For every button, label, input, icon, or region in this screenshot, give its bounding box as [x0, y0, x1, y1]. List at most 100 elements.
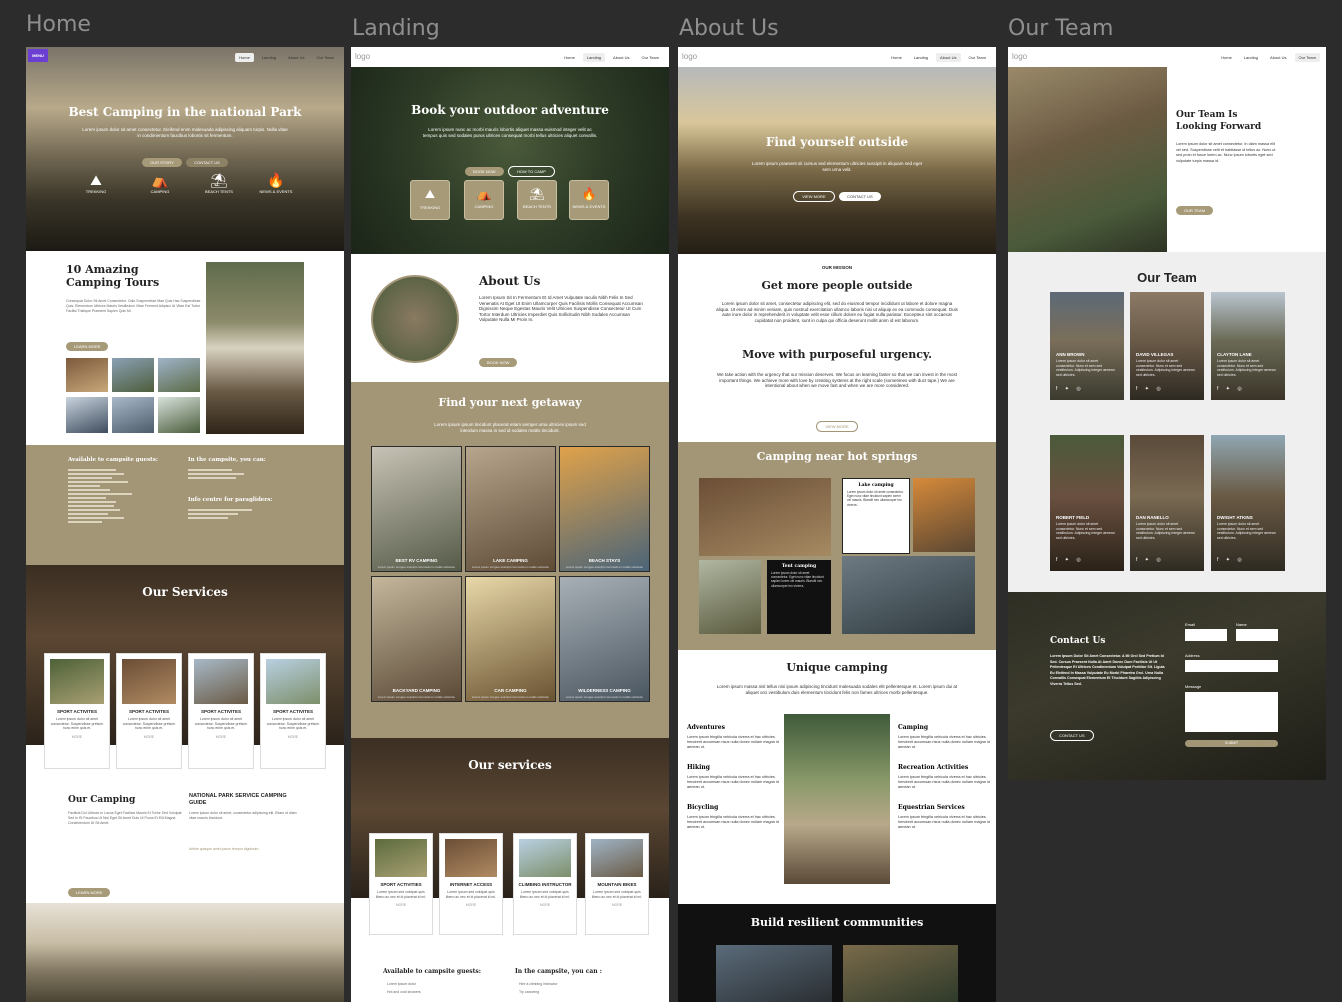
nav-about[interactable]: About Us [936, 52, 961, 62]
service-more-link[interactable]: MORE [261, 735, 325, 739]
service-more-link[interactable]: MORE [45, 735, 109, 739]
team-member-card[interactable]: CLAYTON LANE Lorem ipsum dolor sit amet c… [1211, 292, 1285, 400]
home-logo[interactable]: MENU [28, 49, 48, 62]
nav-about[interactable]: About Us [609, 53, 633, 62]
getaway-card[interactable]: BACKYARD CAMPING Lorem ipsum congue susci… [371, 576, 462, 702]
nav-landing[interactable]: Landing [910, 53, 932, 62]
view-more-button[interactable]: VIEW MORE [816, 421, 858, 432]
book-now-button[interactable]: BOOK NOW [465, 167, 504, 176]
getaway-sub: Lorem ipsum congue suscipit commodo in m… [471, 565, 550, 569]
how-to-camp-button[interactable]: HOW TO CAMP [507, 166, 555, 177]
tent-card[interactable]: Tent camping Lorem ipsum dolor sit amet … [767, 560, 831, 634]
nav-landing[interactable]: Landing [258, 53, 280, 62]
getaway-card[interactable]: WILDERNESS CAMPING Lorem ipsum congue sus… [559, 576, 650, 702]
nav-home[interactable]: Home [887, 53, 906, 62]
landing-service-card[interactable]: MOUNTAIN BIKES Lorem ipsum sed volutpat q… [585, 833, 649, 935]
social-icons[interactable]: f ✦ ◎ [1217, 386, 1245, 392]
hero-icon-camping[interactable]: ⛺ CAMPING [142, 172, 178, 194]
service-photo [519, 839, 571, 877]
service-card[interactable]: SPORT ACTIVITES Lorem ipsum dolor sit am… [116, 653, 182, 769]
our-story-button[interactable]: OUR STORY [142, 158, 182, 167]
build-photo-1 [716, 945, 832, 1002]
contact-us-button[interactable]: CONTACT US [1050, 730, 1094, 741]
landing-icon-beach[interactable]: ⛱ BEACH TENTS [517, 180, 557, 220]
about-logo[interactable]: logo [682, 52, 697, 61]
social-icons[interactable]: f ✦ ◎ [1056, 386, 1084, 392]
name-field[interactable] [1236, 629, 1278, 641]
nav-team[interactable]: Our Team [313, 53, 339, 62]
springs-photo-1 [699, 478, 831, 556]
our-team-button[interactable]: OUR TEAM [1176, 206, 1214, 215]
getaway-card[interactable]: CAR CAMPING Lorem ipsum congue suscipit c… [465, 576, 556, 702]
landing-icon-trekking[interactable]: ⛰ TREKKING [410, 180, 450, 220]
service-text: Lorem ipsum sed volutpat quis libero ac … [591, 890, 643, 899]
hero-icon-beach[interactable]: ⛱ BEACH TENTS [201, 172, 237, 194]
landing-logo[interactable]: logo [355, 52, 370, 61]
getaway-sub: Lorem ipsum congue suscipit commodo in m… [471, 695, 550, 699]
member-name: ROBERT FIELD [1056, 515, 1090, 520]
getaway-sub: Lorem ipsum congue suscipit commodo in m… [377, 695, 456, 699]
learn-more-button[interactable]: LEARN MORE [66, 342, 109, 351]
email-field[interactable] [1185, 629, 1227, 641]
social-icons[interactable]: f ✦ ◎ [1217, 557, 1245, 563]
service-more-link[interactable]: MORE [440, 903, 502, 907]
landing-service-card[interactable]: SPORT ACTIVITIES Lorem ipsum sed volutpat… [369, 833, 433, 935]
team-member-card[interactable]: DAN RANELLO Lorem ipsum dolor sit amet co… [1130, 435, 1204, 571]
service-card[interactable]: SPORT ACTIVITES Lorem ipsum dolor sit am… [188, 653, 254, 769]
getaway-label: WILDERNESS CAMPING [578, 688, 631, 693]
member-name: DAVID VILLEGAS [1136, 352, 1174, 357]
getaway-card[interactable]: BEACH STAYS Lorem ipsum congue suscipit c… [559, 446, 650, 572]
hero-icon-news[interactable]: 🔥 NEWS & EVENTS [258, 172, 294, 194]
nav-team[interactable]: Our Team [638, 53, 664, 62]
nav-home[interactable]: Home [560, 53, 579, 62]
message-field[interactable] [1185, 692, 1278, 732]
book-now-button[interactable]: BOOK NOW [479, 358, 518, 367]
social-icons[interactable]: f ✦ ◎ [1136, 557, 1164, 563]
service-card[interactable]: SPORT ACTIVITES Lorem ipsum dolor sit am… [44, 653, 110, 769]
team-logo[interactable]: logo [1012, 52, 1027, 61]
learn-more-button[interactable]: LEARN MORE [68, 888, 111, 897]
nav-about[interactable]: About Us [284, 53, 308, 62]
nav-about[interactable]: About Us [1266, 53, 1290, 62]
team-member-card[interactable]: ROBERT FIELD Lorem ipsum dolor sit amet c… [1050, 435, 1124, 571]
team-member-card[interactable]: DAVID VILLEGAS Lorem ipsum dolor sit amet… [1130, 292, 1204, 400]
service-more-link[interactable]: MORE [586, 903, 648, 907]
getaway-card[interactable]: LAKE CAMPING Lorem ipsum congue suscipit … [465, 446, 556, 572]
tours-big-photo [206, 262, 304, 434]
submit-button[interactable]: SUBMIT [1185, 740, 1278, 747]
nav-landing[interactable]: Landing [582, 52, 606, 62]
getaway-card[interactable]: BEST RV CAMPING Lorem ipsum congue suscip… [371, 446, 462, 572]
landing-services-title: Our services [468, 758, 552, 772]
nav-home[interactable]: Home [235, 52, 254, 62]
avail-item-1: Lorem ipsum dolor [387, 982, 416, 986]
service-card[interactable]: SPORT ACTIVITES Lorem ipsum dolor sit am… [260, 653, 326, 769]
landing-icon-camping[interactable]: ⛺ CAMPING [464, 180, 504, 220]
nav-landing[interactable]: Landing [1240, 53, 1262, 62]
team-member-card[interactable]: DWIGHT ATKINS Lorem ipsum dolor sit amet … [1211, 435, 1285, 571]
tours-text: Consequat Dolor Sit Amet Consectetur. Od… [66, 299, 201, 313]
feature-text: Lorem ipsum fringilla vehicula viverra e… [687, 735, 779, 749]
nav-home[interactable]: Home [1217, 53, 1236, 62]
view-more-button[interactable]: VIEW MORE [793, 191, 835, 202]
lake-card[interactable]: Lake camping Lorem ipsum dolor sit amet … [842, 478, 910, 554]
contact-us-button[interactable]: CONTACT US [839, 192, 881, 201]
landing-service-card[interactable]: CLIMBING INSTRUCTOR Lorem ipsum sed volut… [513, 833, 577, 935]
about-book-wrap: BOOK NOW [479, 351, 518, 369]
service-more-link[interactable]: MORE [117, 735, 181, 739]
service-text: Lorem ipsum dolor sit amet consectetur. … [122, 717, 176, 730]
nav-team[interactable]: Our Team [965, 53, 991, 62]
service-more-link[interactable]: MORE [514, 903, 576, 907]
contact-us-button[interactable]: CONTACT US [186, 158, 228, 167]
landing-icon-news[interactable]: 🔥 NEWS & EVENTS [569, 180, 609, 220]
hero-icon-trekking[interactable]: ⛰ TREKKING [78, 172, 114, 194]
team-hero-text: Lorem ipsum dolor sit amet consectetur. … [1176, 142, 1276, 163]
nav-team[interactable]: Our Team [1294, 52, 1320, 62]
mission-title: Get more people outside [761, 279, 913, 292]
service-more-link[interactable]: MORE [189, 735, 253, 739]
team-member-card[interactable]: ANN BROWN Lorem ipsum dolor sit amet cons… [1050, 292, 1124, 400]
address-field[interactable] [1185, 660, 1278, 672]
service-more-link[interactable]: MORE [370, 903, 432, 907]
social-icons[interactable]: f ✦ ◎ [1136, 386, 1164, 392]
social-icons[interactable]: f ✦ ◎ [1056, 557, 1084, 563]
landing-service-card[interactable]: INTERNET ACCESS Lorem ipsum sed volutpat … [439, 833, 503, 935]
